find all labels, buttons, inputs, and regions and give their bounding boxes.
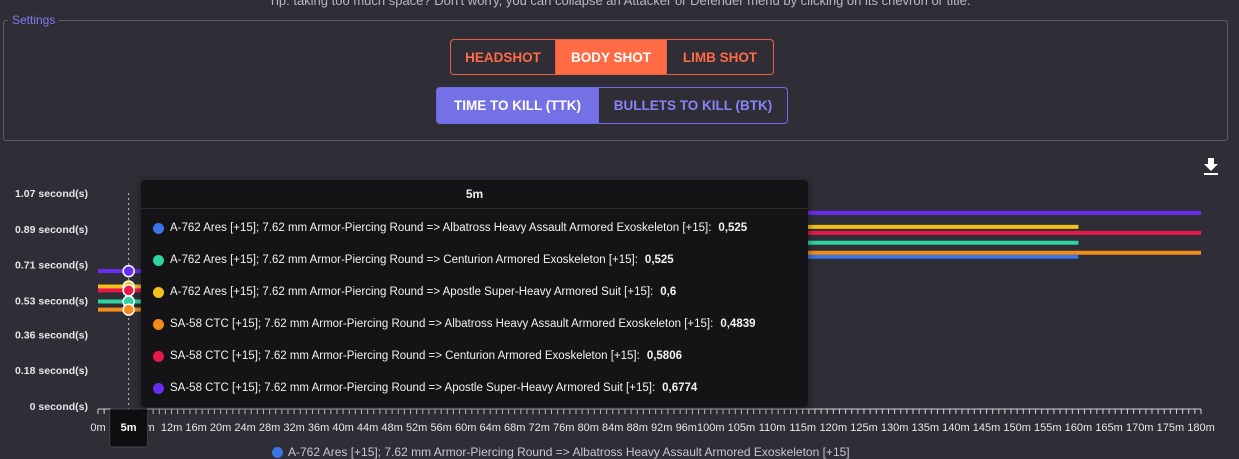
tooltip-header: 5m — [141, 180, 808, 209]
hover-marker — [122, 284, 135, 297]
series-dot-icon — [153, 286, 164, 298]
x-tick-label: 32m — [283, 422, 304, 434]
shot-type-toggle: HEADSHOT BODY SHOT LIMB SHOT — [450, 39, 774, 75]
tooltip-series-label: SA-58 CTC [+15]; 7.62 mm Armor-Piercing … — [170, 350, 640, 362]
tooltip-row: A-762 Ares [+15]; 7.62 mm Armor-Piercing… — [153, 250, 674, 270]
x-tick-label: 105m — [728, 422, 756, 434]
y-tick-label: 0.89 second(s) — [15, 224, 88, 236]
x-tick-label: 135m — [911, 422, 939, 434]
tip-text: Tip: taking too much space? Don't worry,… — [268, 0, 971, 8]
x-tick-label: 100m — [697, 422, 725, 434]
x-tick-label: 96m — [676, 422, 697, 434]
chart-tooltip: 5m A-762 Ares [+15]; 7.62 mm Armor-Pierc… — [141, 180, 808, 407]
hover-marker — [122, 303, 135, 316]
tooltip-series-value: 0,5806 — [646, 350, 682, 362]
time-to-kill-button[interactable]: TIME TO KILL (TTK) — [436, 87, 599, 124]
x-tick-label: 155m — [1034, 422, 1062, 434]
x-tick-label: 140m — [942, 422, 970, 434]
tooltip-row: SA-58 CTC [+15]; 7.62 mm Armor-Piercing … — [153, 346, 682, 366]
x-tick-label: 60m — [455, 422, 476, 434]
x-tick-label: 24m — [234, 422, 255, 434]
series-dot-icon — [153, 350, 164, 362]
x-tick-label: 160m — [1065, 422, 1093, 434]
x-tick-label: 92m — [651, 422, 672, 434]
x-tick-label: 28m — [259, 422, 280, 434]
x-tick-label: 175m — [1157, 422, 1185, 434]
series-dot-icon — [153, 254, 164, 266]
y-tick-label: 1.07 second(s) — [15, 188, 88, 200]
tooltip-series-value: 0,6 — [660, 286, 677, 298]
limb-shot-button[interactable]: LIMB SHOT — [667, 39, 774, 75]
y-tick-label: 0 second(s) — [30, 401, 88, 413]
series-dot-icon — [153, 222, 164, 234]
tooltip-series-label: A-762 Ares [+15]; 7.62 mm Armor-Piercing… — [170, 254, 638, 266]
y-tick-label: 0.53 second(s) — [15, 295, 88, 307]
x-tick-label: 110m — [759, 422, 786, 434]
x-tick-label: 170m — [1126, 422, 1154, 434]
x-tick-label: 84m — [602, 422, 623, 434]
tooltip-series-label: SA-58 CTC [+15]; 7.62 mm Armor-Piercing … — [170, 382, 656, 394]
tooltip-series-value: 0,6774 — [662, 382, 698, 394]
x-tick-label: 52m — [406, 422, 427, 434]
x-tick-label: 68m — [504, 422, 525, 434]
tooltip-series-label: A-762 Ares [+15]; 7.62 mm Armor-Piercing… — [170, 222, 712, 234]
series-dot-icon — [153, 318, 164, 330]
y-tick-label: 0.36 second(s) — [15, 329, 88, 341]
x-tick-label: 16m — [185, 422, 206, 434]
x-tick-label: 120m — [820, 422, 848, 434]
tooltip-row: SA-58 CTC [+15]; 7.62 mm Armor-Piercing … — [153, 314, 756, 334]
headshot-button[interactable]: HEADSHOT — [450, 39, 556, 75]
tooltip-series-value: 0,525 — [644, 254, 674, 266]
tooltip-series-label: A-762 Ares [+15]; 7.62 mm Armor-Piercing… — [170, 286, 654, 298]
x-tick-label: 130m — [881, 422, 909, 434]
x-tick-label: 165m — [1095, 422, 1123, 434]
x-tick-label: 180m — [1187, 422, 1215, 434]
tooltip-series-value: 0,4839 — [720, 318, 756, 330]
x-tick-label: 115m — [789, 422, 816, 434]
tooltip-row: A-762 Ares [+15]; 7.62 mm Armor-Piercing… — [153, 218, 747, 238]
x-tick-label: 12m — [161, 422, 182, 434]
x-tick-label: 40m — [332, 422, 353, 434]
body-shot-button[interactable]: BODY SHOT — [556, 39, 667, 75]
x-tick-label: 72m — [528, 422, 549, 434]
x-tick-label: 64m — [479, 422, 500, 434]
legend-dot-icon — [272, 447, 283, 459]
x-tick-label: 88m — [627, 422, 648, 434]
series-dot-icon — [153, 382, 164, 394]
x-tick-label: 36m — [308, 422, 329, 434]
y-tick-label: 0.71 second(s) — [15, 260, 88, 272]
x-tick-label: 150m — [1003, 422, 1031, 434]
tooltip-row: SA-58 CTC [+15]; 7.62 mm Armor-Piercing … — [153, 378, 697, 398]
x-tick-label: 44m — [357, 422, 378, 434]
tooltip-row: A-762 Ares [+15]; 7.62 mm Armor-Piercing… — [153, 282, 676, 302]
legend-item-label: A-762 Ares [+15]; 7.62 mm Armor-Piercing… — [288, 445, 850, 459]
x-tick-label: 56m — [430, 422, 451, 434]
x-tick-label: 0m — [90, 422, 105, 434]
y-tick-label: 0.18 second(s) — [15, 365, 88, 377]
x-tick-label: 20m — [210, 422, 231, 434]
tooltip-series-label: SA-58 CTC [+15]; 7.62 mm Armor-Piercing … — [170, 318, 714, 330]
chart-legend[interactable]: A-762 Ares [+15]; 7.62 mm Armor-Piercing… — [272, 445, 850, 459]
bullets-to-kill-button[interactable]: BULLETS TO KILL (BTK) — [599, 87, 788, 124]
x-tick-label: 80m — [578, 422, 599, 434]
x-tick-label: 48m — [381, 422, 402, 434]
tooltip-series-value: 0,525 — [718, 222, 748, 234]
settings-legend: Settings — [8, 13, 60, 27]
highlight-x-label: 5m — [121, 422, 137, 434]
hover-marker — [122, 264, 135, 278]
metric-toggle: TIME TO KILL (TTK) BULLETS TO KILL (BTK) — [436, 87, 788, 124]
x-tick-label: 125m — [850, 422, 878, 434]
x-tick-label: 145m — [973, 422, 1001, 434]
x-tick-label: 76m — [553, 422, 574, 434]
